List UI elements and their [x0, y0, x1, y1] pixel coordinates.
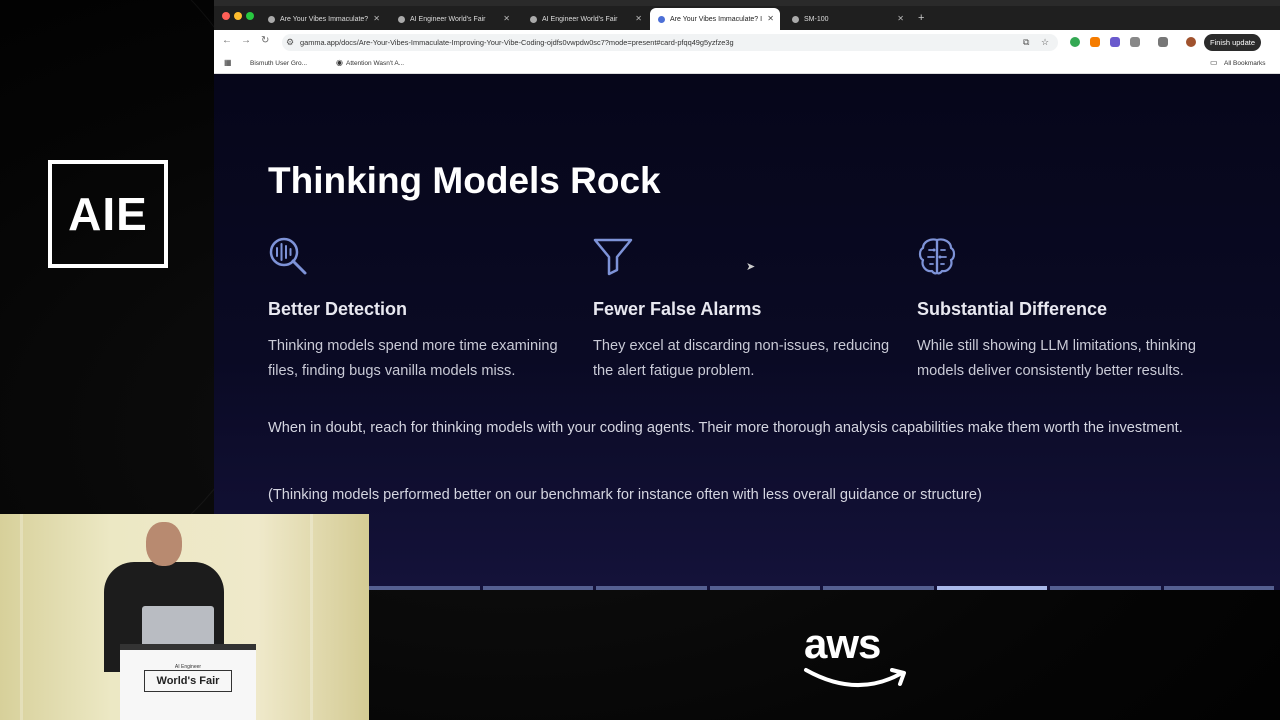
- tab-5[interactable]: SM-100 ✕: [784, 8, 910, 30]
- bookmark-item[interactable]: Bismuth User Gro...: [250, 60, 307, 67]
- finish-update-button[interactable]: Finish update: [1204, 34, 1262, 51]
- close-tab-icon[interactable]: ✕: [373, 14, 380, 23]
- progress-segment: [936, 586, 1047, 590]
- progress-segment: [482, 586, 593, 590]
- all-bookmarks-link[interactable]: All Bookmarks: [1224, 60, 1266, 67]
- bookmarks-bar: ▦ Bismuth User Gro... ◉ Attention Wasn't…: [214, 54, 1280, 74]
- feature-fewer-false-alarms: Fewer False Alarms They excel at discard…: [593, 236, 903, 384]
- new-tab-icon[interactable]: +: [918, 12, 924, 24]
- tab-3[interactable]: AI Engineer World's Fair ✕: [522, 8, 648, 30]
- close-tab-icon[interactable]: ✕: [897, 14, 904, 23]
- reload-icon[interactable]: ↻: [261, 35, 269, 46]
- tab-2[interactable]: AI Engineer World's Fair ✕: [390, 8, 516, 30]
- feature-text: They excel at discarding non-issues, red…: [593, 338, 890, 379]
- tab-favicon-icon: [530, 15, 537, 23]
- feature-heading: Better Detection: [268, 299, 408, 319]
- backdrop-panel: [310, 514, 313, 720]
- tab-label: AI Engineer World's Fair: [542, 15, 618, 23]
- side-panel-icon[interactable]: [1158, 37, 1168, 47]
- tab-label: Are Your Vibes Immaculate? I: [670, 15, 763, 23]
- slide-progress-bar: [369, 586, 1274, 590]
- tab-favicon-icon: [792, 15, 799, 23]
- feature-heading: Substantial Difference: [917, 299, 1108, 319]
- progress-segment: [369, 586, 480, 590]
- progress-segment: [823, 586, 934, 590]
- podium-sign: World's Fair: [144, 670, 232, 692]
- mouse-cursor-icon: ➤: [746, 261, 756, 273]
- site-info-icon[interactable]: ⚙: [286, 37, 294, 48]
- tab-4-active[interactable]: Are Your Vibes Immaculate? I ✕: [650, 8, 780, 30]
- url-text: gamma.app/docs/Are-Your-Vibes-Immaculate…: [300, 38, 734, 47]
- back-icon[interactable]: ←: [222, 35, 232, 46]
- close-tab-icon[interactable]: ✕: [503, 14, 510, 23]
- feature-substantial-difference: Substantial Difference While still showi…: [917, 236, 1227, 384]
- presentation-slide: Thinking Models Rock Better Detection Th…: [214, 74, 1280, 590]
- tab-favicon-icon: [658, 15, 665, 23]
- chrome-icon: ◉: [336, 58, 343, 67]
- folder-icon: ▭: [1210, 58, 1218, 67]
- aie-logo: AIE: [48, 160, 168, 268]
- stage: AIE Are Your Vibes Immaculate? ✕ AI Engi…: [0, 0, 1280, 720]
- tab-label: Are Your Vibes Immaculate?: [280, 15, 369, 23]
- extension-icon[interactable]: [1070, 37, 1080, 47]
- maximize-window-button[interactable]: [246, 12, 254, 20]
- minimize-window-button[interactable]: [234, 12, 242, 20]
- progress-segment: [596, 586, 707, 590]
- close-window-button[interactable]: [222, 12, 230, 20]
- voice-search-icon: [269, 237, 307, 275]
- install-icon[interactable]: ⧉: [1023, 37, 1029, 48]
- bookmark-star-icon[interactable]: ☆: [1041, 37, 1049, 48]
- tab-label: SM-100: [804, 15, 829, 23]
- aws-smile-icon: [804, 668, 906, 688]
- profile-avatar[interactable]: [1186, 37, 1196, 47]
- tab-favicon-icon: [398, 15, 405, 23]
- progress-segment: [709, 586, 820, 590]
- podium: AI Engineer World's Fair: [120, 644, 256, 720]
- speaker-video: AI Engineer World's Fair: [0, 514, 369, 720]
- browser-window: Are Your Vibes Immaculate? ✕ AI Engineer…: [214, 0, 1280, 590]
- slide-paragraph: When in doubt, reach for thinking models…: [268, 420, 1183, 436]
- extension-icon[interactable]: [1110, 37, 1120, 47]
- extension-icon[interactable]: [1090, 37, 1100, 47]
- slide-note: (Thinking models performed better on our…: [268, 487, 982, 503]
- close-tab-icon[interactable]: ✕: [635, 14, 642, 23]
- tab-favicon-icon: [268, 15, 275, 23]
- feature-text: Thinking models spend more time examinin…: [268, 338, 558, 379]
- feature-better-detection: Better Detection Thinking models spend m…: [268, 236, 578, 384]
- browser-toolbar: ← → ↻ ⚙ gamma.app/docs/Are-Your-Vibes-Im…: [214, 30, 1280, 54]
- address-bar[interactable]: ⚙ gamma.app/docs/Are-Your-Vibes-Immacula…: [282, 34, 1058, 51]
- tab-label: AI Engineer World's Fair: [410, 15, 486, 23]
- funnel-icon: [593, 238, 633, 276]
- feature-heading: Fewer False Alarms: [593, 299, 762, 319]
- speaker-head: [146, 522, 182, 566]
- feature-text: While still showing LLM limitations, thi…: [917, 338, 1197, 379]
- bookmark-item[interactable]: Attention Wasn't A...: [346, 60, 404, 67]
- forward-icon[interactable]: →: [241, 35, 251, 46]
- aws-logo: aws: [800, 620, 912, 694]
- tab-1[interactable]: Are Your Vibes Immaculate? ✕: [260, 8, 386, 30]
- extensions-puzzle-icon[interactable]: [1130, 37, 1140, 47]
- progress-segment: [1163, 586, 1274, 590]
- close-tab-icon[interactable]: ✕: [767, 14, 774, 23]
- slide-title: Thinking Models Rock: [268, 160, 661, 201]
- aws-logo-text: aws: [804, 620, 881, 667]
- progress-segment: [1050, 586, 1161, 590]
- apps-grid-icon[interactable]: ▦: [224, 58, 232, 67]
- brain-icon: [918, 238, 956, 275]
- backdrop-panel: [20, 514, 23, 720]
